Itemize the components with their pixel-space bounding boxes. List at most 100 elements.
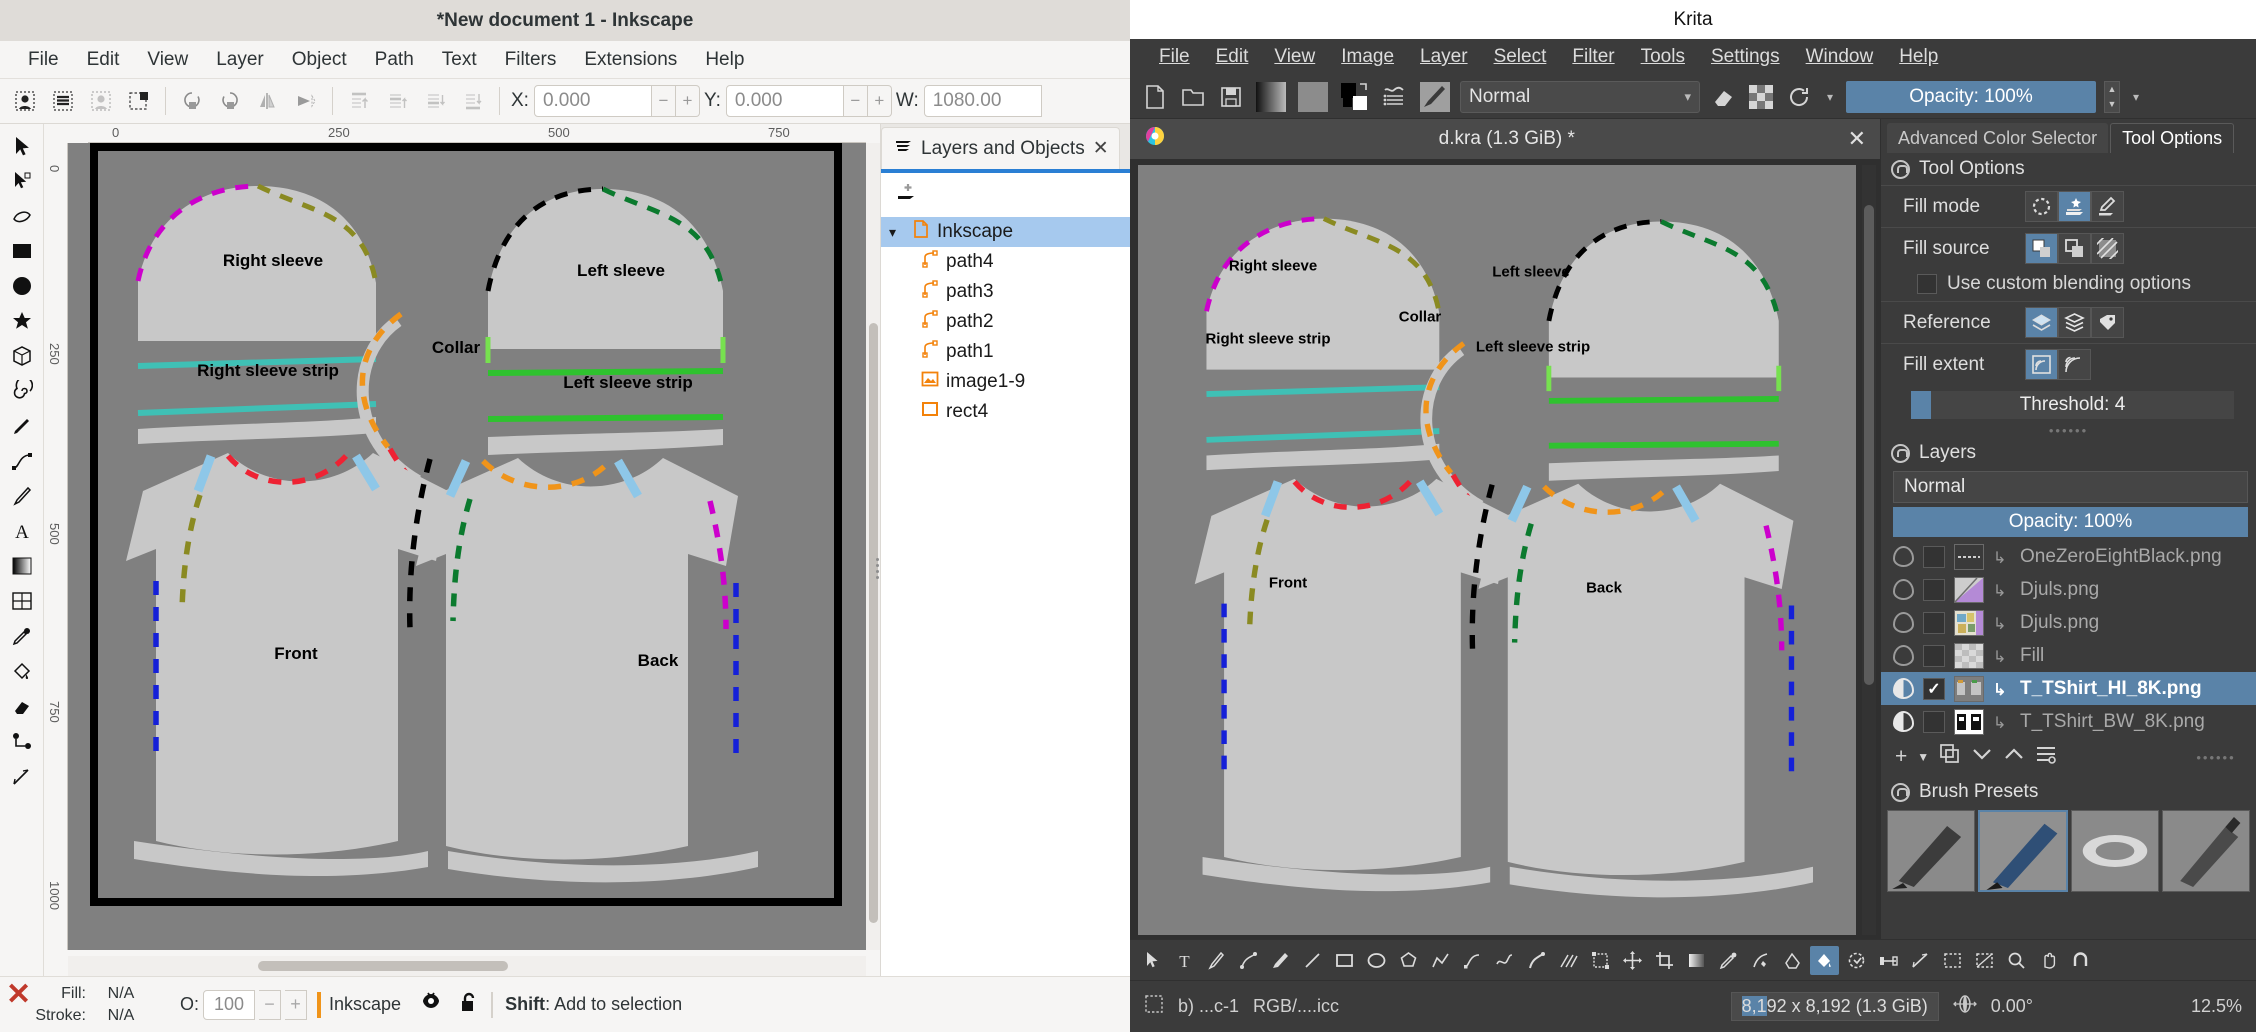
reference-icon[interactable] <box>1938 946 1967 975</box>
menu-item-tools[interactable]: Tools <box>1628 43 1698 71</box>
document-page[interactable]: Right sleeve Left sleeve Collar Right sl… <box>90 143 842 906</box>
layer-opacity-slider[interactable]: Opacity: 100% <box>1893 507 2248 537</box>
inherit-alpha-icon[interactable]: ↳ <box>1993 647 2011 665</box>
layer-row[interactable]: ↳ Djuls.png <box>1881 573 2256 606</box>
vscroll-thumb[interactable] <box>869 323 878 923</box>
menu-item-file[interactable]: File <box>1146 43 1203 71</box>
y-decrement-button[interactable]: − <box>844 85 868 117</box>
text-tool-icon[interactable]: A <box>5 515 39 546</box>
tab-layers-and-objects[interactable]: Layers and Objects ✕ <box>881 127 1120 169</box>
eraser-mode-icon[interactable] <box>1708 82 1738 112</box>
connector-tool-icon[interactable] <box>5 725 39 756</box>
eraser-tool-icon[interactable] <box>5 690 39 721</box>
blend-mode-selector[interactable]: Normal ▾ <box>1460 81 1700 113</box>
menu-item-edit[interactable]: Edit <box>1203 43 1262 71</box>
y-increment-button[interactable]: + <box>868 85 892 117</box>
object-row-rect4[interactable]: rect4 <box>881 397 1130 427</box>
kr-vscroll-thumb[interactable] <box>1864 205 1874 685</box>
width-input[interactable]: 1080.00 <box>924 85 1042 117</box>
x-increment-button[interactable]: + <box>676 85 700 117</box>
brush-preset-1[interactable] <box>1978 810 2068 892</box>
rotate-cw-icon[interactable] <box>211 82 249 120</box>
all-layers-icon[interactable] <box>2058 307 2091 338</box>
gradient-edit-icon[interactable] <box>1874 946 1903 975</box>
assistant-icon[interactable] <box>1970 946 1999 975</box>
menu-item-select[interactable]: Select <box>1481 43 1560 71</box>
smart-patch-icon[interactable] <box>1778 946 1807 975</box>
opacity-decrement-button[interactable]: − <box>259 990 281 1020</box>
hscroll-thumb[interactable] <box>258 961 508 971</box>
layer-visibility-icon[interactable] <box>419 991 443 1018</box>
menu-item-filters[interactable]: Filters <box>491 45 571 75</box>
node-tool-icon[interactable] <box>5 165 39 196</box>
dynamic-brush-icon[interactable] <box>1522 946 1551 975</box>
object-row-path2[interactable]: path2 <box>881 307 1130 337</box>
visibility-icon[interactable] <box>1893 645 1914 666</box>
gradient-icon[interactable] <box>1682 946 1711 975</box>
document-tab-title[interactable]: d.kra (1.3 GiB) * <box>1166 128 1848 150</box>
y-input[interactable]: 0.000 <box>726 85 844 117</box>
panel-splitter-grip[interactable]: •••••• <box>1881 423 2256 437</box>
alpha-lock-icon[interactable] <box>1746 82 1776 112</box>
measure-tool-icon[interactable] <box>5 760 39 791</box>
move-layer-up-icon[interactable] <box>2003 743 2025 771</box>
menu-item-path[interactable]: Path <box>361 45 428 75</box>
calligraphy-tool-icon[interactable] <box>5 480 39 511</box>
fill-icon[interactable] <box>1810 946 1839 975</box>
transform-icon[interactable] <box>1586 946 1615 975</box>
rotation-icon[interactable] <box>1953 994 1977 1019</box>
alpha-lock-icon[interactable] <box>1923 711 1945 733</box>
polyline-icon[interactable] <box>1426 946 1455 975</box>
document-size-label[interactable]: 8,192 x 8,192 (1.3 GiB) <box>1731 992 1939 1021</box>
menu-item-file[interactable]: File <box>14 45 73 75</box>
enclose-fill-icon[interactable] <box>1842 946 1871 975</box>
toolbar-overflow-chevron-icon[interactable]: ▾ <box>1822 82 1838 112</box>
inherit-alpha-icon[interactable]: ↳ <box>1993 581 2011 599</box>
bezier-icon[interactable] <box>1458 946 1487 975</box>
brush-presets-icon[interactable] <box>1380 82 1410 112</box>
brush-preset-3[interactable] <box>2162 810 2250 892</box>
brush-preset-2[interactable] <box>2071 810 2159 892</box>
threshold-slider[interactable]: Threshold: 4 <box>1911 391 2234 419</box>
color-sampler-icon[interactable] <box>1714 946 1743 975</box>
dock-resize-grip[interactable] <box>873 550 881 586</box>
object-row-path4[interactable]: path4 <box>881 247 1130 277</box>
width-field[interactable]: W: 1080.00 <box>896 85 1042 117</box>
color-picker-fill-icon[interactable] <box>2091 191 2124 222</box>
add-layer-icon[interactable]: + <box>1895 745 1907 769</box>
visibility-icon[interactable] <box>1893 612 1914 633</box>
visibility-icon[interactable] <box>1893 546 1914 567</box>
reload-preset-icon[interactable] <box>1784 82 1814 112</box>
move-icon[interactable] <box>1618 946 1647 975</box>
menu-item-layer[interactable]: Layer <box>202 45 278 75</box>
layer-row-inkscape[interactable]: ▾ Inkscape <box>881 217 1130 247</box>
object-row-path1[interactable]: path1 <box>881 337 1130 367</box>
layer-properties-icon[interactable] <box>2035 743 2059 771</box>
alpha-lock-icon[interactable]: ✓ <box>1923 678 1945 700</box>
crop-icon[interactable] <box>1650 946 1679 975</box>
gradient-tool-icon[interactable] <box>5 550 39 581</box>
krita-canvas-vertical-scrollbar[interactable] <box>1862 165 1876 935</box>
brush-editor-icon[interactable] <box>1418 82 1452 112</box>
custom-blending-checkbox[interactable] <box>1917 274 1937 294</box>
3dbox-tool-icon[interactable] <box>5 340 39 371</box>
object-row-image1-9[interactable]: image1-9 <box>881 367 1130 397</box>
menu-item-view[interactable]: View <box>1261 43 1328 71</box>
opacity-input[interactable]: 100 <box>203 990 255 1020</box>
menu-item-help[interactable]: Help <box>691 45 758 75</box>
tweak-tool-icon[interactable] <box>5 200 39 231</box>
menu-item-filter[interactable]: Filter <box>1559 43 1627 71</box>
select-all-layers-icon[interactable] <box>44 82 82 120</box>
menu-item-help[interactable]: Help <box>1886 43 1951 71</box>
opacity-spin-buttons[interactable]: ▲▼ <box>2104 81 2120 113</box>
rectangle-tool-icon[interactable] <box>5 235 39 266</box>
magnetic-select-icon[interactable] <box>2066 946 2095 975</box>
fill-stroke-indicator[interactable]: Fill:N/A Stroke:N/A <box>28 983 156 1026</box>
x-coordinate-field[interactable]: X: 0.000 − + <box>511 85 700 117</box>
layer-row[interactable]: ↳ OneZeroEightBlack.png <box>1881 540 2256 573</box>
star-tool-icon[interactable] <box>5 305 39 336</box>
duplicate-layer-icon[interactable] <box>1939 743 1961 771</box>
move-layer-down-icon[interactable] <box>1971 743 1993 771</box>
y-coordinate-field[interactable]: Y: 0.000 − + <box>704 85 892 117</box>
inherit-alpha-icon[interactable]: ↳ <box>1993 713 2011 731</box>
